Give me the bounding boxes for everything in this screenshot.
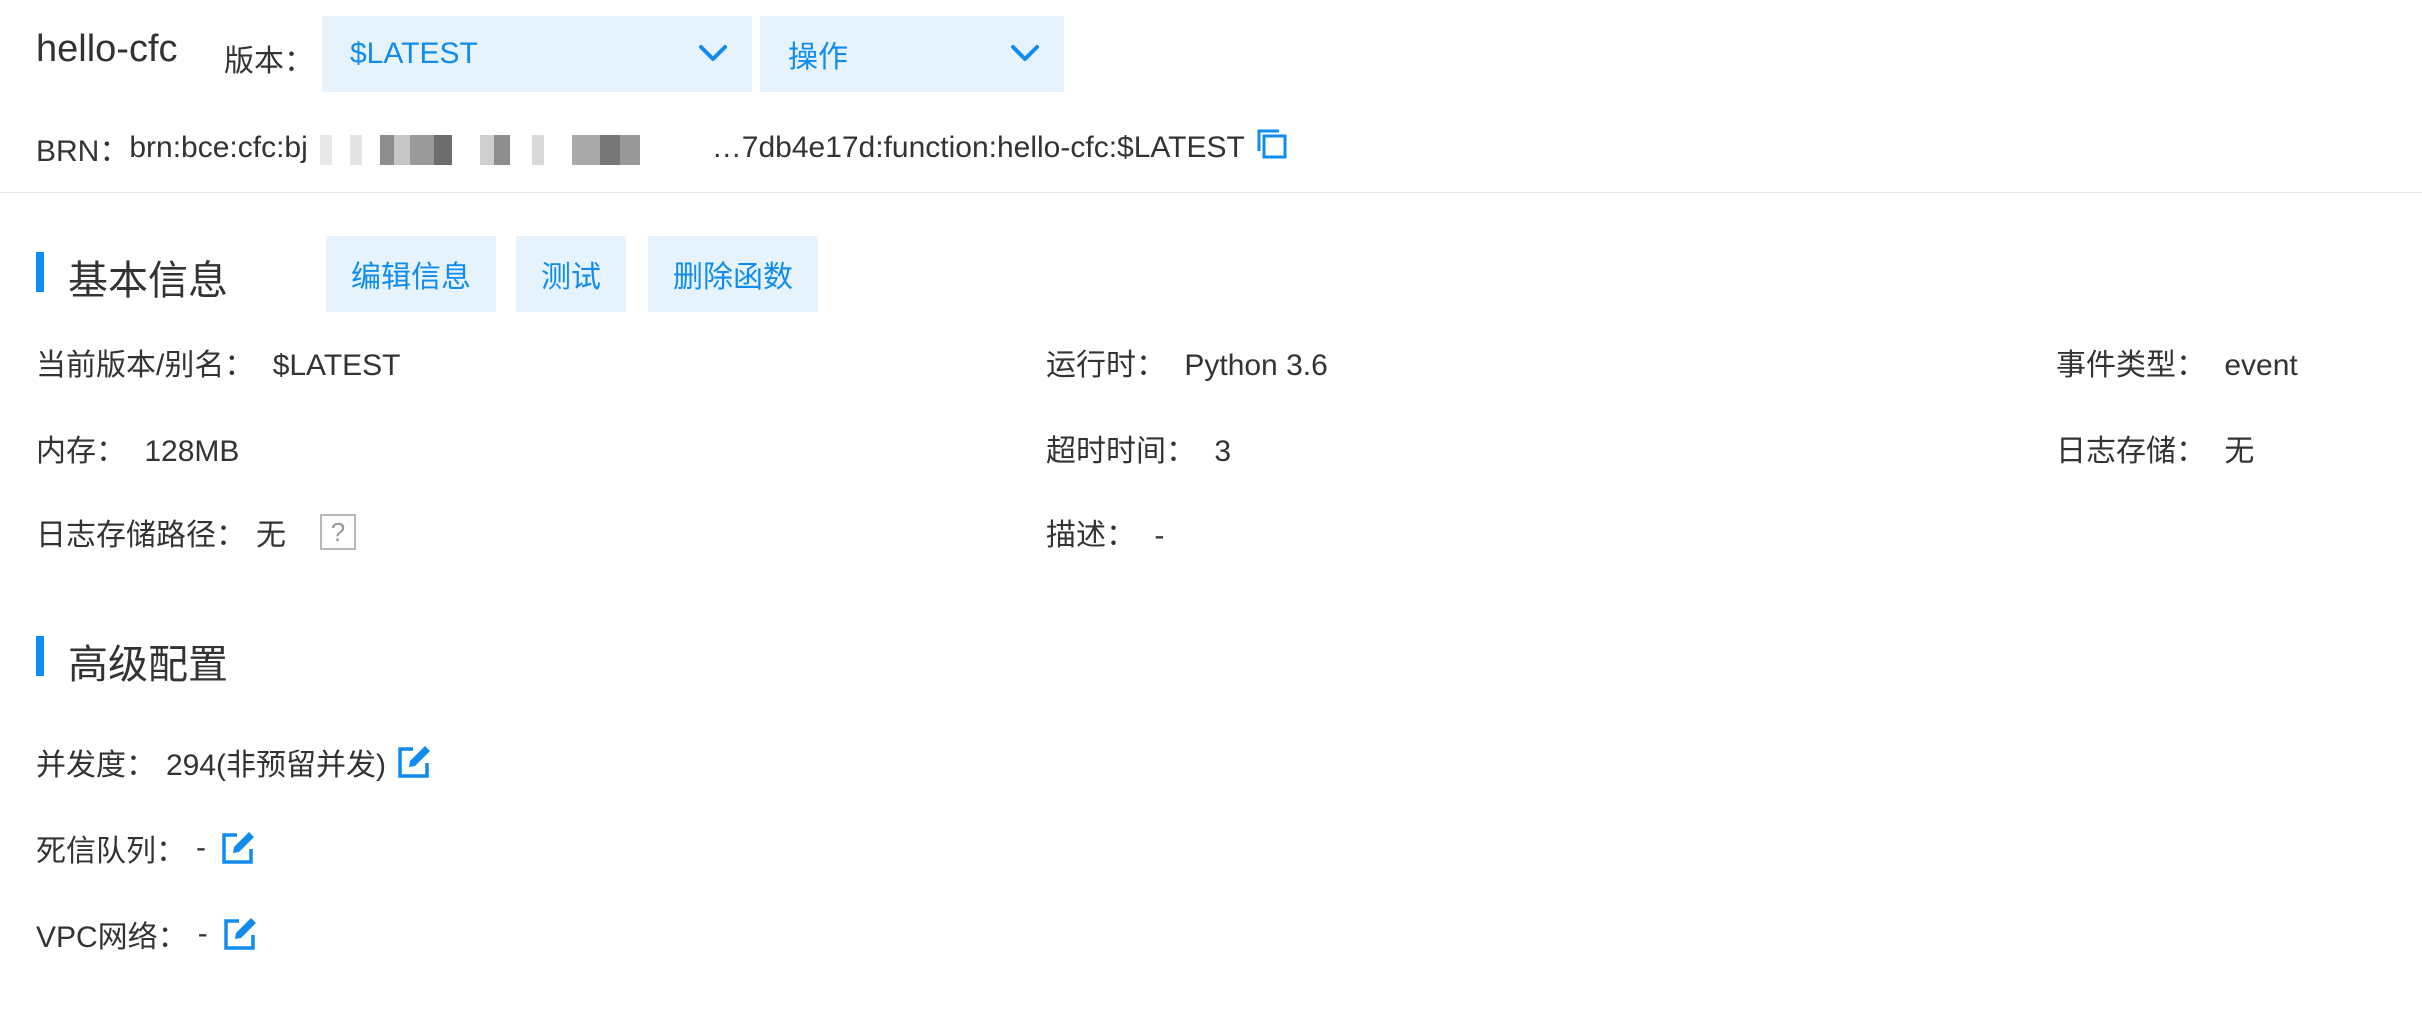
memory-label: 内存：: [36, 435, 126, 468]
brn-label: BRN：: [36, 135, 130, 168]
runtime-value: Python 3.6: [1184, 349, 1328, 382]
edit-icon[interactable]: [396, 744, 432, 780]
current-version-label: 当前版本/别名：: [36, 349, 255, 382]
delete-function-button[interactable]: 删除函数: [648, 236, 818, 312]
vpc-field: VPC网络： -: [36, 912, 258, 956]
log-path-label: 日志存储路径：: [36, 519, 246, 552]
log-path-value: 无: [256, 519, 286, 552]
description-field: 描述： -: [1046, 510, 1164, 554]
brn-redacted-mask: [309, 135, 710, 165]
dead-letter-value: -: [196, 831, 206, 864]
copy-icon[interactable]: [1255, 127, 1289, 169]
event-type-value: event: [2224, 349, 2298, 382]
log-storage-label: 日志存储：: [2056, 435, 2206, 468]
section-bar: [36, 636, 44, 676]
concurrency-label: 并发度：: [36, 749, 156, 782]
description-value: -: [1154, 519, 1165, 552]
event-type-label: 事件类型：: [2056, 349, 2206, 382]
version-dropdown-value: $LATEST: [350, 37, 478, 70]
version-label: 版本：: [224, 45, 314, 78]
advanced-config-title: 高级配置: [68, 643, 228, 687]
timeout-field: 超时时间： 3: [1046, 426, 1231, 470]
edit-icon[interactable]: [220, 830, 256, 866]
operations-dropdown[interactable]: 操作: [760, 16, 1064, 92]
chevron-down-icon: [698, 37, 728, 71]
edit-info-button[interactable]: 编辑信息: [326, 236, 496, 312]
memory-value: 128MB: [144, 435, 240, 468]
edit-icon[interactable]: [222, 916, 258, 952]
version-dropdown[interactable]: $LATEST: [322, 16, 752, 92]
log-storage-field: 日志存储： 无: [2056, 426, 2254, 470]
description-label: 描述：: [1046, 519, 1136, 552]
concurrency-field: 并发度： 294(非预留并发): [36, 740, 432, 784]
current-version-value: $LATEST: [272, 349, 401, 382]
dead-letter-label: 死信队列：: [36, 835, 186, 868]
test-button[interactable]: 测试: [516, 236, 626, 312]
basic-info-title: 基本信息: [68, 259, 228, 303]
runtime-field: 运行时： Python 3.6: [1046, 340, 1328, 384]
event-type-field: 事件类型： event: [2056, 340, 2298, 384]
header-divider: [0, 192, 2422, 193]
brn-value-suffix: …7db4e17d:function:hello-cfc:$LATEST: [711, 131, 1245, 164]
operations-dropdown-label: 操作: [788, 41, 848, 74]
brn-value-prefix: brn:bce:cfc:bj: [129, 131, 308, 164]
timeout-value: 3: [1214, 435, 1232, 468]
memory-field: 内存： 128MB: [36, 426, 239, 470]
concurrency-value: 294(非预留并发): [166, 749, 387, 782]
section-bar: [36, 252, 44, 292]
brn-line: BRN： brn:bce:cfc:bj …7db4e17d:function:h…: [36, 126, 1289, 170]
log-storage-value: 无: [2224, 435, 2255, 468]
timeout-label: 超时时间：: [1046, 435, 1196, 468]
log-path-field: 日志存储路径： 无 ?: [36, 510, 356, 554]
vpc-value: -: [197, 917, 208, 950]
runtime-label: 运行时：: [1046, 349, 1166, 382]
current-version-field: 当前版本/别名： $LATEST: [36, 340, 401, 384]
dead-letter-field: 死信队列： -: [36, 826, 256, 870]
chevron-down-icon: [1010, 37, 1040, 71]
vpc-label: VPC网络：: [36, 921, 188, 954]
question-icon[interactable]: ?: [320, 514, 356, 550]
function-name: hello-cfc: [36, 28, 178, 70]
